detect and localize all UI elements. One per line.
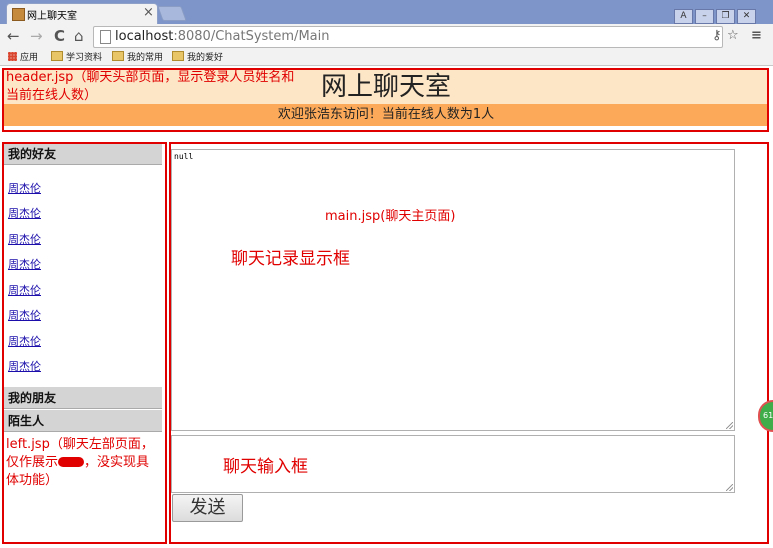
close-window-button[interactable]: ✕: [737, 9, 756, 24]
browser-toolbar: ← → C ⌂ localhost:8080/ChatSystem/Main ⚷…: [0, 24, 773, 48]
menu-icon[interactable]: ≡: [751, 28, 762, 43]
key-icon[interactable]: ⚷: [712, 28, 722, 43]
page-favicon: [12, 8, 25, 21]
browser-tab[interactable]: 网上聊天室 ×: [6, 3, 158, 25]
folder-icon: [172, 51, 184, 61]
bookmark-study[interactable]: 学习资料: [51, 50, 102, 63]
reload-icon[interactable]: C: [54, 27, 65, 45]
bookmarks-bar: 应用 学习资料 我的常用 我的爱好: [0, 48, 773, 66]
folder-icon: [51, 51, 63, 61]
annotation-box-main: [169, 142, 769, 544]
home-icon[interactable]: ⌂: [74, 27, 84, 45]
folder-icon: [112, 51, 124, 61]
url-text: localhost:8080/ChatSystem/Main: [115, 29, 330, 44]
annotation-box-left: [2, 142, 167, 544]
browser-tab-bar: 网上聊天室 × A – ❐ ✕: [0, 0, 773, 25]
annotation-box-header: [2, 68, 769, 132]
bookmark-common[interactable]: 我的常用: [112, 50, 163, 63]
new-tab-button[interactable]: [157, 6, 187, 21]
close-icon[interactable]: ×: [143, 5, 154, 20]
apps-grid-icon: [8, 52, 17, 61]
star-icon[interactable]: ☆: [727, 28, 739, 43]
bookmark-apps[interactable]: 应用: [8, 50, 38, 63]
user-button[interactable]: A: [674, 9, 693, 24]
back-arrow-icon[interactable]: ←: [7, 27, 20, 45]
window-controls: A – ❐ ✕: [672, 3, 756, 24]
maximize-button[interactable]: ❐: [716, 9, 735, 24]
tab-title: 网上聊天室: [27, 11, 77, 22]
bookmark-hobby[interactable]: 我的爱好: [172, 50, 223, 63]
minimize-button[interactable]: –: [695, 9, 714, 24]
forward-arrow-icon[interactable]: →: [30, 27, 43, 45]
address-bar[interactable]: localhost:8080/ChatSystem/Main: [93, 26, 723, 48]
page-icon: [100, 30, 111, 44]
